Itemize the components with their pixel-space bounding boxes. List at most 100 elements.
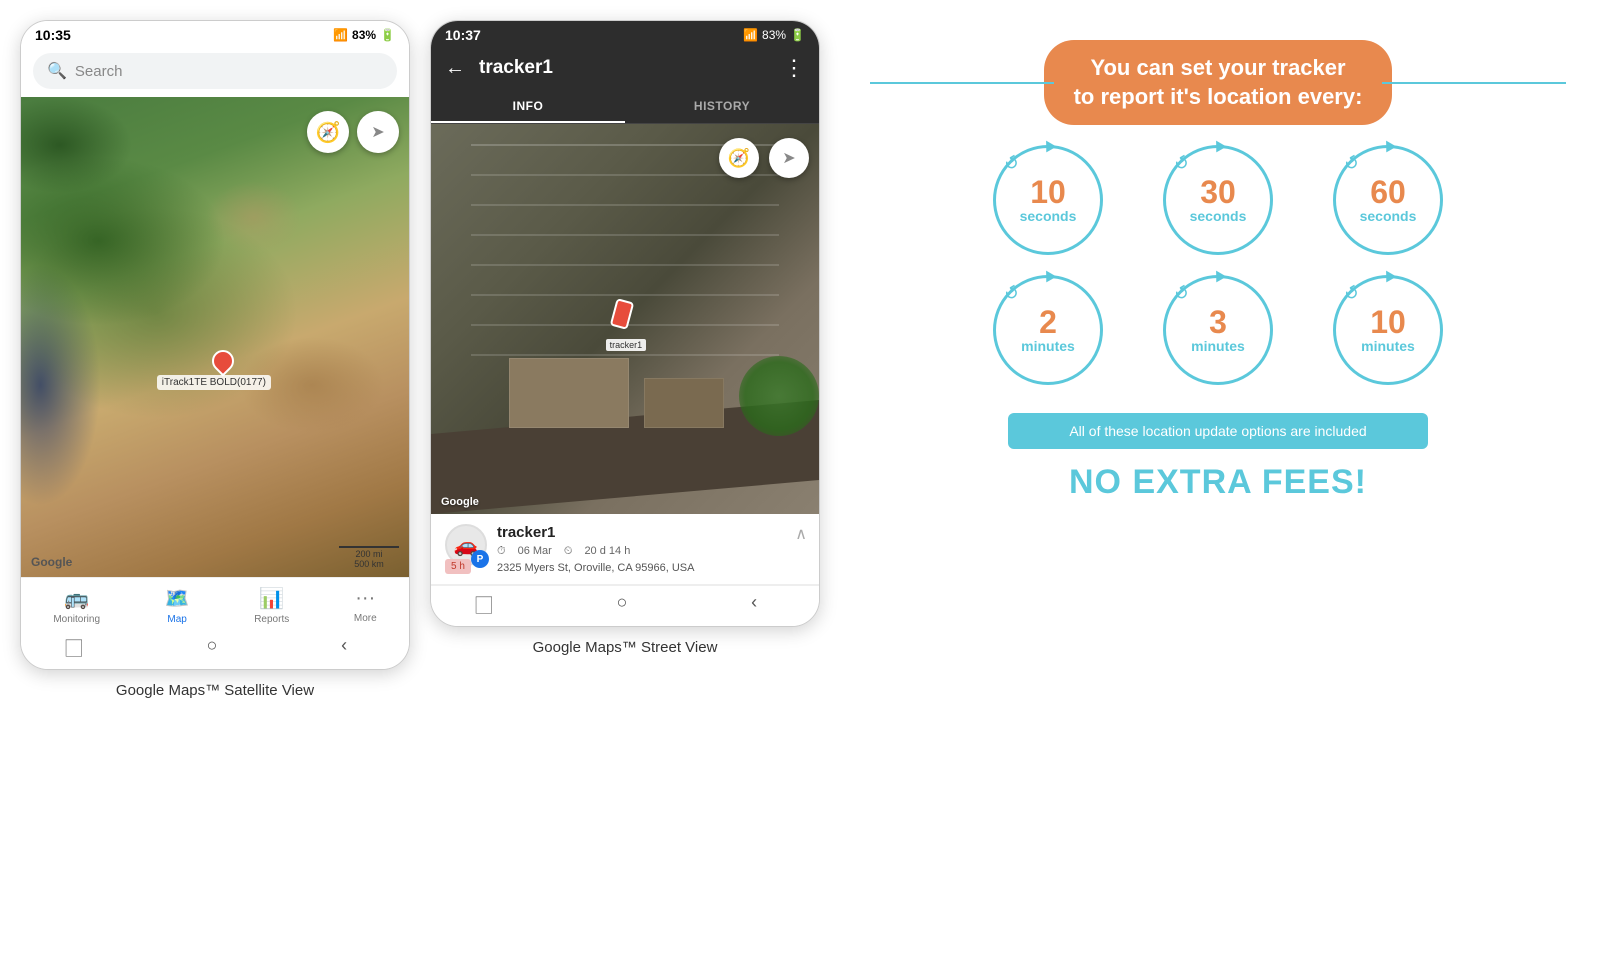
phone2-avatar-badge: P <box>471 550 489 568</box>
phone2-compass-button[interactable]: 🧭 <box>719 138 759 178</box>
phone2-address: 2325 Myers St, Oroville, CA 95966, USA <box>497 562 805 574</box>
reports-icon: 📊 <box>259 586 284 611</box>
phone2-home-btn[interactable]: ○ <box>617 592 628 618</box>
phone1-search-bar: 🔍 Search <box>21 47 409 97</box>
phone1-search-text: Search <box>75 63 123 80</box>
nav-map[interactable]: 🗺️ Map <box>165 586 190 625</box>
monitoring-icon: 🚌 <box>64 586 89 611</box>
phone1-battery-icon: 🔋 <box>380 28 395 42</box>
phone2-building1 <box>509 358 629 428</box>
phone1-tracker-pin <box>212 350 234 372</box>
circle-30sec: ↺ 30 seconds <box>1148 145 1288 255</box>
arrow-3min: ↺ <box>1170 279 1197 306</box>
phone2-date: 06 Mar <box>518 545 552 558</box>
phone2-timer-icon: ⏲ <box>564 545 573 558</box>
phone2-system-bar: ⃞ ○ ‹ <box>431 585 819 626</box>
phone2-tabs: INFO HISTORY <box>431 91 819 124</box>
phone2-age-badge: 5 h <box>445 559 471 574</box>
circles-grid: ↺ 10 seconds ↺ 30 seconds ↺ 60 seconds ↺… <box>978 145 1458 385</box>
phone2-duration: 20 d 14 h <box>584 545 630 558</box>
circle-ring-10min: ↺ 10 minutes <box>1333 275 1443 385</box>
phone2-aerial-label: tracker1 <box>606 339 647 351</box>
circle-10min: ↺ 10 minutes <box>1318 275 1458 385</box>
search-icon: 🔍 <box>47 61 67 81</box>
phone2-wrap: 10:37 📶 83% 🔋 ← tracker1 ⋮ INFO HISTORY <box>430 20 820 656</box>
phone2-app-header: ← tracker1 ⋮ <box>431 47 819 91</box>
phone2-status-icons: 📶 83% 🔋 <box>743 28 805 42</box>
phone2-tracker-title: tracker1 <box>479 57 769 79</box>
phone1-battery-label: 83% <box>352 28 376 42</box>
phone1-home-btn[interactable]: ○ <box>207 635 218 661</box>
phone1-caption: Google Maps™ Satellite View <box>116 682 314 699</box>
more-label: More <box>354 613 377 624</box>
phone1-navigate-button[interactable]: ➤ <box>357 111 399 153</box>
arrow-2min: ↺ <box>1000 279 1027 306</box>
phone1-back-btn[interactable]: ‹ <box>341 635 347 661</box>
circle-60sec: ↺ 60 seconds <box>1318 145 1458 255</box>
circle-ring-30sec: ↺ 30 seconds <box>1163 145 1273 255</box>
tab-history[interactable]: HISTORY <box>625 91 819 123</box>
phone2-scroll-indicator: ∧ <box>795 524 807 544</box>
map-icon: 🗺️ <box>165 586 190 611</box>
phone1-pin-icon <box>207 345 238 376</box>
tab-info[interactable]: INFO <box>431 91 625 123</box>
no-fees-banner: All of these location update options are… <box>1008 413 1428 449</box>
phone2-aerial-map[interactable]: tracker1 🧭 ➤ Google <box>431 124 819 514</box>
phone1-system-bar: ⃞ ○ ‹ <box>21 629 409 669</box>
phone1-search-box[interactable]: 🔍 Search <box>33 53 397 89</box>
circle-10sec: ↺ 10 seconds <box>978 145 1118 255</box>
circle-number-10sec: 10 <box>1030 176 1066 208</box>
circle-ring-2min: ↺ 2 minutes <box>993 275 1103 385</box>
phone2-battery-icon: 🔋 <box>790 28 805 42</box>
nav-monitoring[interactable]: 🚌 Monitoring <box>53 586 100 625</box>
circle-3min: ↺ 3 minutes <box>1148 275 1288 385</box>
nav-more[interactable]: ··· More <box>354 587 377 624</box>
phone1-compass-button[interactable]: 🧭 <box>307 111 349 153</box>
phone1-scale-500km: 500 km <box>339 559 399 569</box>
circle-unit-60sec: seconds <box>1360 208 1417 224</box>
phone2-navigate-button[interactable]: ➤ <box>769 138 809 178</box>
circle-unit-10sec: seconds <box>1020 208 1077 224</box>
phone1-satellite-map[interactable]: 🧭 ➤ iTrack1TE BOLD(0177) Google 200 mi 5… <box>21 97 409 577</box>
arrow-10sec: ↺ <box>1000 149 1027 176</box>
circle-ring-3min: ↺ 3 minutes <box>1163 275 1273 385</box>
circle-ring-60sec: ↺ 60 seconds <box>1333 145 1443 255</box>
no-extra-fees-text: NO EXTRA FEES! <box>1069 463 1367 502</box>
circle-unit-3min: minutes <box>1191 338 1245 354</box>
phone2-signal-icon: 📶 <box>743 28 758 42</box>
phone2-tracker-details: tracker1 ⏱ 06 Mar ⏲ 20 d 14 h 2325 Myers… <box>497 524 805 574</box>
phone2-tracker-meta: ⏱ 06 Mar ⏲ 20 d 14 h <box>497 545 805 558</box>
circle-unit-2min: minutes <box>1021 338 1075 354</box>
phone2-tracker-info: 🚗 P tracker1 ⏱ 06 Mar ⏲ 20 d 14 h 2325 M… <box>431 514 819 585</box>
phone2-menu-button[interactable]: ⋮ <box>783 55 805 81</box>
phone1-signal-icon: 📶 <box>333 28 348 42</box>
phone1-navigate-icon: ➤ <box>371 122 384 142</box>
info-title-line1: You can set your tracker <box>1074 54 1363 83</box>
phone2: 10:37 📶 83% 🔋 ← tracker1 ⋮ INFO HISTORY <box>430 20 820 627</box>
circle-ring-10sec: ↺ 10 seconds <box>993 145 1103 255</box>
phone2-caption: Google Maps™ Street View <box>533 639 718 656</box>
circle-number-10min: 10 <box>1370 306 1406 338</box>
phone2-back-button[interactable]: ← <box>445 57 465 80</box>
info-panel: You can set your tracker to report it's … <box>840 20 1596 522</box>
arrow-30sec: ↺ <box>1170 149 1197 176</box>
info-title-line2: to report it's location every: <box>1074 83 1363 112</box>
phone1-tracker-label: iTrack1TE BOLD(0177) <box>157 375 271 390</box>
phone1-google-logo: Google <box>31 555 72 569</box>
circle-number-2min: 2 <box>1039 306 1057 338</box>
nav-reports[interactable]: 📊 Reports <box>254 586 289 625</box>
monitoring-label: Monitoring <box>53 614 100 625</box>
phone1-time: 10:35 <box>35 27 71 43</box>
phone1-status-bar: 10:35 📶 83% 🔋 <box>21 21 409 47</box>
phone2-back-sys-btn[interactable]: ‹ <box>751 592 757 618</box>
phone1-wrap: 10:35 📶 83% 🔋 🔍 Search 🧭 ➤ <box>20 20 410 699</box>
circle-number-60sec: 60 <box>1370 176 1406 208</box>
arrow-60sec: ↺ <box>1340 149 1367 176</box>
reports-label: Reports <box>254 614 289 625</box>
circle-2min: ↺ 2 minutes <box>978 275 1118 385</box>
phone1-status-icons: 📶 83% 🔋 <box>333 28 395 42</box>
phone2-status-bar: 10:37 📶 83% 🔋 <box>431 21 819 47</box>
phone1-scale-bar: 200 mi 500 km <box>339 546 399 569</box>
more-icon: ··· <box>355 587 375 610</box>
circle-number-30sec: 30 <box>1200 176 1236 208</box>
